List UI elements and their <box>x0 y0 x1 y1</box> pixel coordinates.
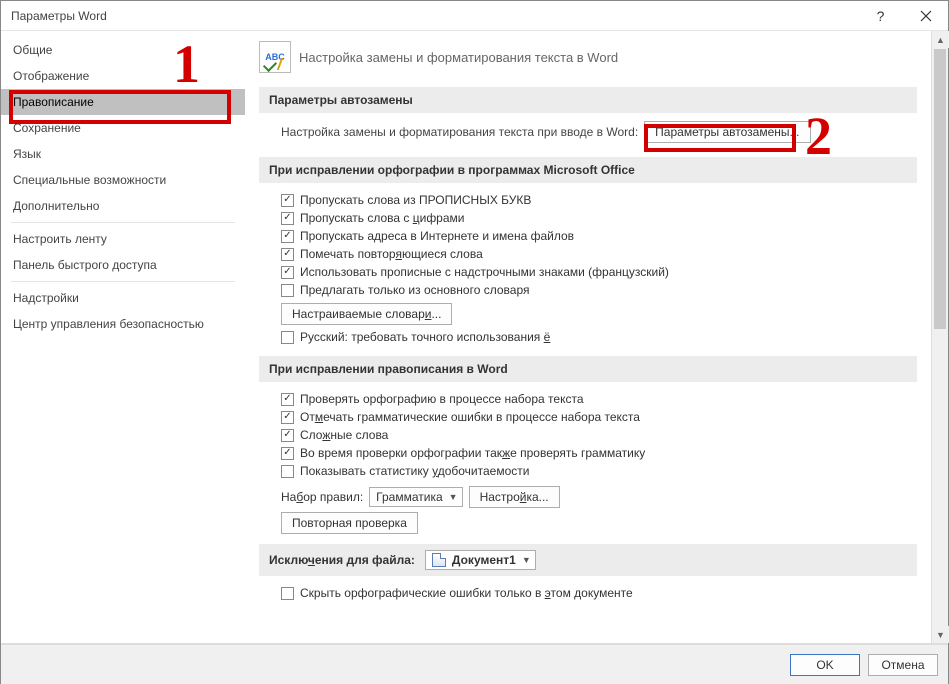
close-icon <box>920 10 932 22</box>
recheck-row: Повторная проверка <box>281 512 917 534</box>
exceptions-file-select[interactable]: Документ1 ▼ <box>425 550 536 570</box>
section-spelling-office: При исправлении орфографии в программах … <box>259 157 917 183</box>
ruleset-value: Грамматика <box>376 490 442 504</box>
opt-label: Русский: требовать точного использования… <box>300 330 550 344</box>
opt-flag-repeated[interactable]: Помечать повторяющиеся слова <box>281 245 917 263</box>
sidebar-item-general[interactable]: Общие <box>1 37 245 63</box>
titlebar: Параметры Word ? <box>1 1 948 31</box>
opt-readability-stats[interactable]: Показывать статистику удобочитаемости <box>281 462 917 480</box>
sidebar-item-save[interactable]: Сохранение <box>1 115 245 141</box>
opt-label: Предлагать только из основного словаря <box>300 283 529 297</box>
btn-label: Отмена <box>881 658 924 672</box>
chevron-down-icon: ▼ <box>449 492 458 502</box>
checkbox-icon <box>281 194 294 207</box>
opt-label: Во время проверки орфографии также прове… <box>300 446 645 460</box>
checkbox-icon <box>281 212 294 225</box>
chevron-down-icon: ▼ <box>522 555 531 565</box>
ruleset-select[interactable]: Грамматика ▼ <box>369 487 462 507</box>
proofing-icon: ABC <box>259 41 291 73</box>
cancel-button[interactable]: Отмена <box>868 654 938 676</box>
section-autocorrect: Параметры автозамены <box>259 87 917 113</box>
btn-label: Повторная проверка <box>292 516 407 530</box>
page-heading-text: Настройка замены и форматирования текста… <box>299 50 618 65</box>
checkbox-icon <box>281 447 294 460</box>
checkbox-icon <box>281 587 294 600</box>
options-sidebar: Общие Отображение Правописание Сохранени… <box>1 31 245 643</box>
scroll-up-icon[interactable]: ▲ <box>932 31 949 48</box>
opt-label: Пропускать адреса в Интернете и имена фа… <box>300 229 574 243</box>
document-icon <box>432 553 446 567</box>
sidebar-item-display[interactable]: Отображение <box>1 63 245 89</box>
opt-frequently-confused[interactable]: Сложные слова <box>281 426 917 444</box>
writing-style-settings-button[interactable]: Настройка... <box>469 486 560 508</box>
sidebar-item-trust-center[interactable]: Центр управления безопасностью <box>1 311 245 337</box>
opt-check-spelling-typing[interactable]: Проверять орфографию в процессе набора т… <box>281 390 917 408</box>
opt-label: Использовать прописные с надстрочными зн… <box>300 265 669 279</box>
sidebar-item-customize-ribbon[interactable]: Настроить ленту <box>1 226 245 252</box>
btn-label: Настраиваемые словари... <box>292 307 441 321</box>
recheck-document-button[interactable]: Повторная проверка <box>281 512 418 534</box>
exceptions-label: Исключения для файла: <box>269 553 415 567</box>
opt-ignore-urls[interactable]: Пропускать адреса в Интернете и имена фа… <box>281 227 917 245</box>
autocorrect-button-label: Параметры автозамены... <box>655 125 799 139</box>
checkbox-icon <box>281 393 294 406</box>
scroll-thumb[interactable] <box>934 49 946 329</box>
autocorrect-desc: Настройка замены и форматирования текста… <box>281 125 638 139</box>
sidebar-item-advanced[interactable]: Дополнительно <box>1 193 245 219</box>
sidebar-separator <box>11 222 235 223</box>
opt-label: Отмечать грамматические ошибки в процесс… <box>300 410 640 424</box>
sidebar-item-language[interactable]: Язык <box>1 141 245 167</box>
sidebar-item-proofing[interactable]: Правописание <box>1 89 245 115</box>
opt-label: Сложные слова <box>300 428 388 442</box>
autocorrect-options-button[interactable]: Параметры автозамены... <box>644 121 810 143</box>
content-wrap: ABC Настройка замены и форматирования те… <box>245 31 948 643</box>
btn-label: OK <box>816 658 833 672</box>
checkbox-icon <box>281 284 294 297</box>
sidebar-item-addins[interactable]: Надстройки <box>1 285 245 311</box>
close-button[interactable] <box>903 1 948 31</box>
opt-label: Пропускать слова из ПРОПИСНЫХ БУКВ <box>300 193 531 207</box>
checkbox-icon <box>281 465 294 478</box>
opt-hide-spelling-errors[interactable]: Скрыть орфографические ошибки только в э… <box>281 584 917 602</box>
ok-button[interactable]: OK <box>790 654 860 676</box>
sidebar-item-quick-access[interactable]: Панель быстрого доступа <box>1 252 245 278</box>
sidebar-item-accessibility[interactable]: Специальные возможности <box>1 167 245 193</box>
opt-label: Показывать статистику удобочитаемости <box>300 464 529 478</box>
opt-grammar-with-spelling[interactable]: Во время проверки орфографии также прове… <box>281 444 917 462</box>
checkbox-icon <box>281 266 294 279</box>
page-heading: ABC Настройка замены и форматирования те… <box>259 41 917 73</box>
options-content: ABC Настройка замены и форматирования те… <box>245 31 931 643</box>
dialog-body: Общие Отображение Правописание Сохранени… <box>1 31 948 644</box>
opt-label: Скрыть орфографические ошибки только в э… <box>300 586 633 600</box>
window-title: Параметры Word <box>11 9 858 23</box>
custom-dictionaries-button[interactable]: Настраиваемые словари... <box>281 303 452 325</box>
checkbox-icon <box>281 429 294 442</box>
checkbox-icon <box>281 331 294 344</box>
opt-label: Пропускать слова с цифрами <box>300 211 465 225</box>
checkbox-icon <box>281 248 294 261</box>
vertical-scrollbar[interactable]: ▲ ▼ <box>931 31 948 643</box>
ruleset-label: Набор правил: <box>281 490 363 504</box>
scroll-down-icon[interactable]: ▼ <box>932 626 949 643</box>
opt-mark-grammar-typing[interactable]: Отмечать грамматические ошибки в процесс… <box>281 408 917 426</box>
section-spelling-word: При исправлении правописания в Word <box>259 356 917 382</box>
opt-french-accent[interactable]: Использовать прописные с надстрочными зн… <box>281 263 917 281</box>
opt-russian-yo[interactable]: Русский: требовать точного использования… <box>281 328 917 346</box>
btn-label: Настройка... <box>480 490 549 504</box>
dialog-footer: OK Отмена <box>1 644 948 684</box>
section-exceptions: Исключения для файла: Документ1 ▼ <box>259 544 917 576</box>
checkbox-icon <box>281 230 294 243</box>
sidebar-separator <box>11 281 235 282</box>
exceptions-file-value: Документ1 <box>452 553 516 567</box>
help-button[interactable]: ? <box>858 1 903 31</box>
autocorrect-row: Настройка замены и форматирования текста… <box>281 121 917 143</box>
opt-ignore-uppercase[interactable]: Пропускать слова из ПРОПИСНЫХ БУКВ <box>281 191 917 209</box>
custom-dict-row: Настраиваемые словари... <box>281 303 917 325</box>
opt-label: Помечать повторяющиеся слова <box>300 247 483 261</box>
ruleset-row: Набор правил: Грамматика ▼ Настройка... <box>281 486 917 508</box>
opt-main-dict-only[interactable]: Предлагать только из основного словаря <box>281 281 917 299</box>
checkbox-icon <box>281 411 294 424</box>
opt-ignore-numbers[interactable]: Пропускать слова с цифрами <box>281 209 917 227</box>
opt-label: Проверять орфографию в процессе набора т… <box>300 392 584 406</box>
